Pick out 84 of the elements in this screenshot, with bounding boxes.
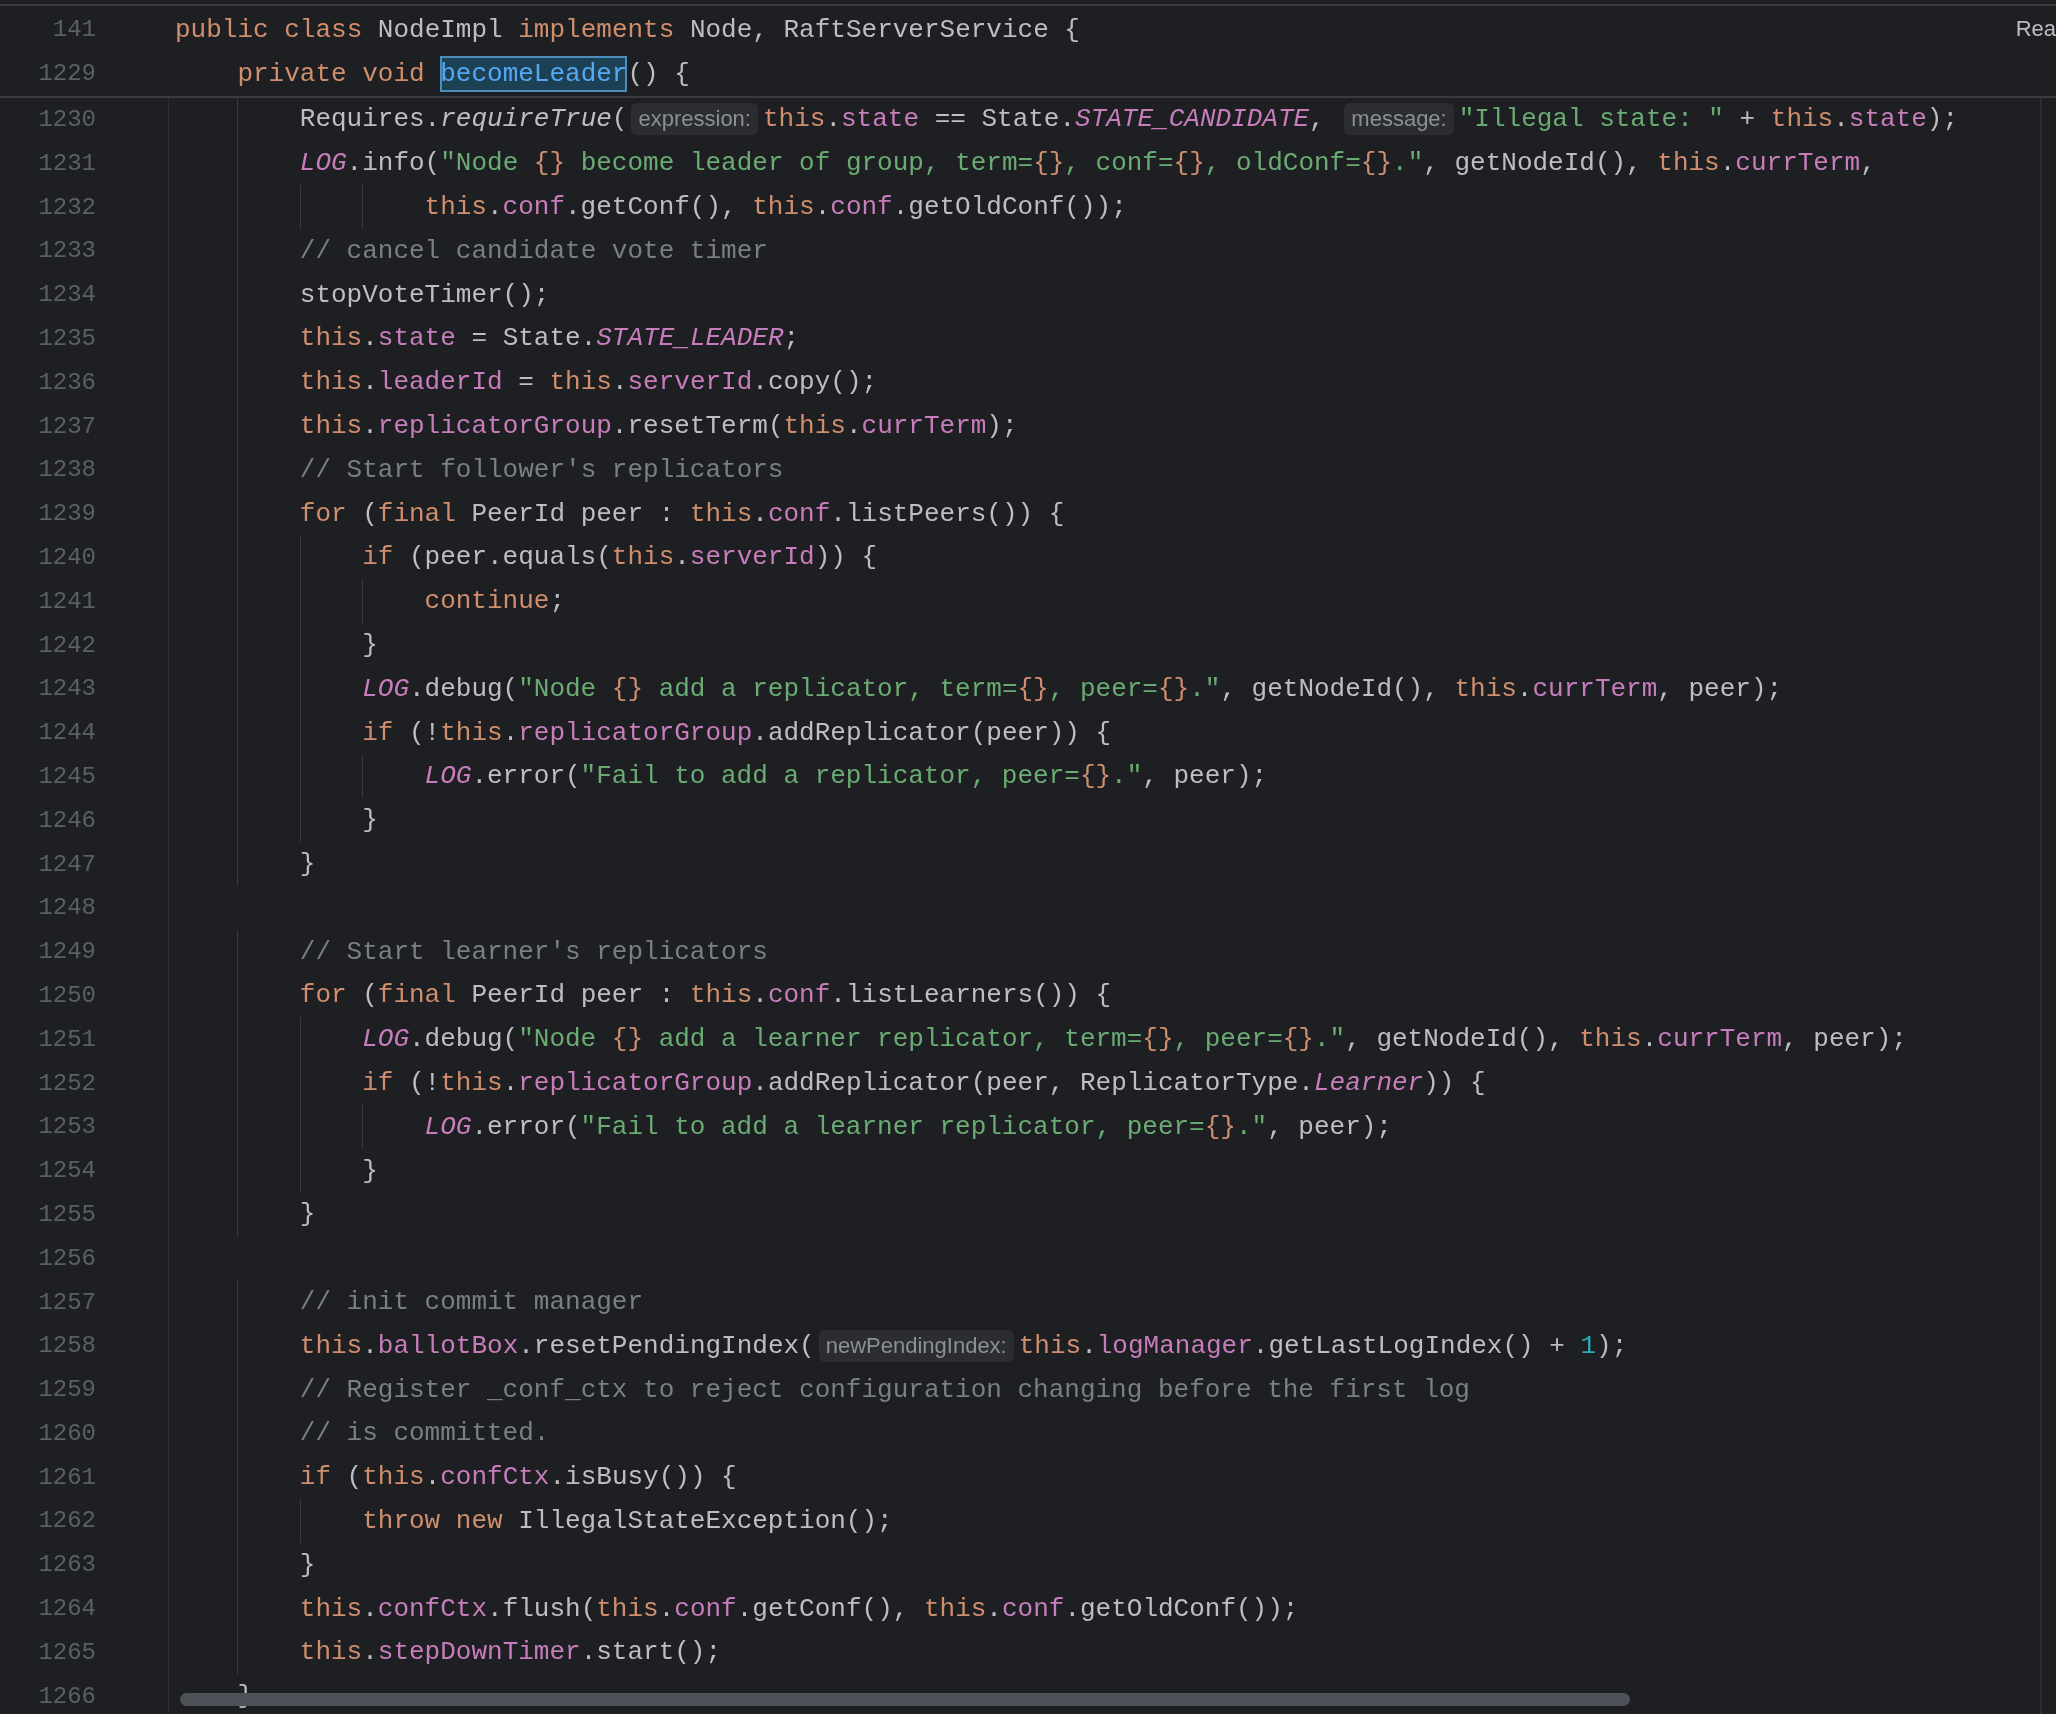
- line-number: 1256: [37, 1244, 96, 1272]
- line-number: 1238: [37, 456, 96, 484]
- code-text: LOG.info("Node {} become leader of group, term={}, conf={}, oldConf={}.", getNodeId(), this.currTerm,: [299, 148, 1876, 179]
- code-text: Requires.requireTrue(: [299, 104, 628, 135]
- code-text: continue;: [424, 586, 565, 617]
- parameter-hint: message:: [1344, 103, 1454, 136]
- line-number: 1252: [37, 1069, 96, 1097]
- code-text: // Register _conf_ctx to reject configuration changing before the first log: [299, 1374, 1470, 1405]
- line-number: 1264: [37, 1595, 96, 1623]
- line-number: 1231: [37, 149, 96, 177]
- code-text: }: [362, 1155, 378, 1186]
- line-number: 1247: [37, 850, 96, 878]
- code-text: }: [299, 1199, 316, 1230]
- code-text: this.replicatorGroup.resetTerm(this.currTerm);: [299, 411, 1018, 442]
- line-number: 1230: [37, 106, 96, 133]
- line-number: 141: [51, 16, 96, 44]
- code-text: // init commit manager: [299, 1287, 644, 1317]
- code-text: }: [299, 849, 316, 880]
- code-text: }: [362, 630, 378, 661]
- code-text: LOG.debug("Node {} add a replicator, term={}, peer={}.", getNodeId(), this.currTerm, peer);: [362, 673, 1783, 704]
- code-text: for (final PeerId peer : this.conf.listPeers()) {: [299, 498, 1065, 529]
- line-number: 1258: [37, 1332, 96, 1360]
- code-text: this.confCtx.flush(this.conf.getConf(), this.conf.getOldConf());: [299, 1593, 1299, 1624]
- line-number: 1246: [37, 806, 96, 834]
- code-text: }: [299, 1549, 316, 1580]
- selected-identifier[interactable]: becomeLeader: [440, 55, 628, 92]
- line-number: 1261: [37, 1463, 96, 1491]
- code-text: if (peer.equals(this.serverId)) {: [362, 542, 878, 573]
- code-text: LOG.debug("Node {} add a learner replicator, term={}, peer={}.", getNodeId(), this.currTerm, peer);: [362, 1024, 1907, 1055]
- code-text: // Start learner's replicators: [299, 936, 768, 967]
- code-text: LOG.error("Fail to add a replicator, peer={}.", peer);: [424, 761, 1268, 792]
- line-number: 1237: [37, 412, 96, 440]
- line-number: 1250: [37, 981, 96, 1009]
- line-number: 1265: [37, 1638, 96, 1666]
- line-number: 1253: [37, 1113, 96, 1141]
- line-number: 1255: [37, 1200, 96, 1228]
- line-number: 1229: [37, 60, 96, 88]
- line-number: 1249: [37, 938, 96, 966]
- code-text: this.logManager.getLastLogIndex() + 1);: [1018, 1330, 1628, 1361]
- line-number: 1257: [37, 1288, 96, 1316]
- code-text: for (final PeerId peer : this.conf.listLearners()) {: [299, 980, 1112, 1011]
- line-number: 1235: [37, 324, 96, 352]
- code-text: if (this.confCtx.isBusy()) {: [299, 1462, 737, 1493]
- line-number: 1239: [37, 500, 96, 528]
- line-number: 1259: [37, 1376, 96, 1404]
- line-number: 1232: [37, 193, 96, 221]
- code-text: if (!this.replicatorGroup.addReplicator(peer, ReplicatorType.Learner)) {: [362, 1068, 1486, 1098]
- line-number: 1240: [37, 543, 96, 571]
- code-text: this.ballotBox.resetPendingIndex(: [299, 1330, 815, 1361]
- line-number: 1266: [37, 1682, 96, 1710]
- code-text: public class NodeImpl implements Node, RaftServerService {: [175, 14, 1080, 45]
- line-number: 1260: [37, 1419, 96, 1447]
- line-number: 1251: [37, 1025, 96, 1053]
- reader-mode-label[interactable]: Rea: [2015, 8, 2056, 42]
- line-number: 1263: [37, 1551, 96, 1579]
- code-text: stopVoteTimer();: [299, 279, 550, 310]
- parameter-hint: newPendingIndex:: [818, 1329, 1014, 1362]
- line-number: 1248: [37, 894, 96, 922]
- code-text: this.state = State.STATE_LEADER;: [299, 323, 800, 354]
- code-text: () {: [627, 58, 690, 89]
- parameter-hint: expression:: [631, 103, 758, 136]
- code-text: }: [362, 805, 378, 836]
- code-text: this.stepDownTimer.start();: [299, 1637, 722, 1668]
- line-number: 1236: [37, 368, 96, 396]
- line-number: 1242: [37, 631, 96, 659]
- code-text: LOG.error("Fail to add a learner replicator, peer={}.", peer);: [424, 1111, 1392, 1142]
- line-number: 1243: [37, 675, 96, 703]
- line-number: 1244: [37, 719, 96, 747]
- line-number: 1233: [37, 237, 96, 265]
- line-number: 1241: [37, 587, 96, 615]
- line-number: 1245: [37, 762, 96, 790]
- code-text: // is committed.: [299, 1418, 550, 1449]
- code-text: // Start follower's replicators: [299, 454, 784, 485]
- code-text: throw new IllegalStateException();: [362, 1506, 893, 1536]
- code-text: if (!this.replicatorGroup.addReplicator(peer)) {: [362, 717, 1112, 748]
- code-text: // cancel candidate vote timer: [299, 235, 768, 266]
- line-number: 1254: [37, 1157, 96, 1185]
- code-text: private void: [237, 58, 426, 89]
- code-text: "Illegal state: " + this.state);: [1458, 104, 1959, 135]
- code-text: this.conf.getConf(), this.conf.getOldConf());: [424, 192, 1127, 223]
- code-text: this.leaderId = this.serverId.copy();: [299, 367, 878, 398]
- code-text: this.state == State.STATE_CANDIDATE,: [763, 104, 1326, 135]
- line-number: 1234: [37, 281, 96, 309]
- line-number: 1262: [37, 1507, 96, 1535]
